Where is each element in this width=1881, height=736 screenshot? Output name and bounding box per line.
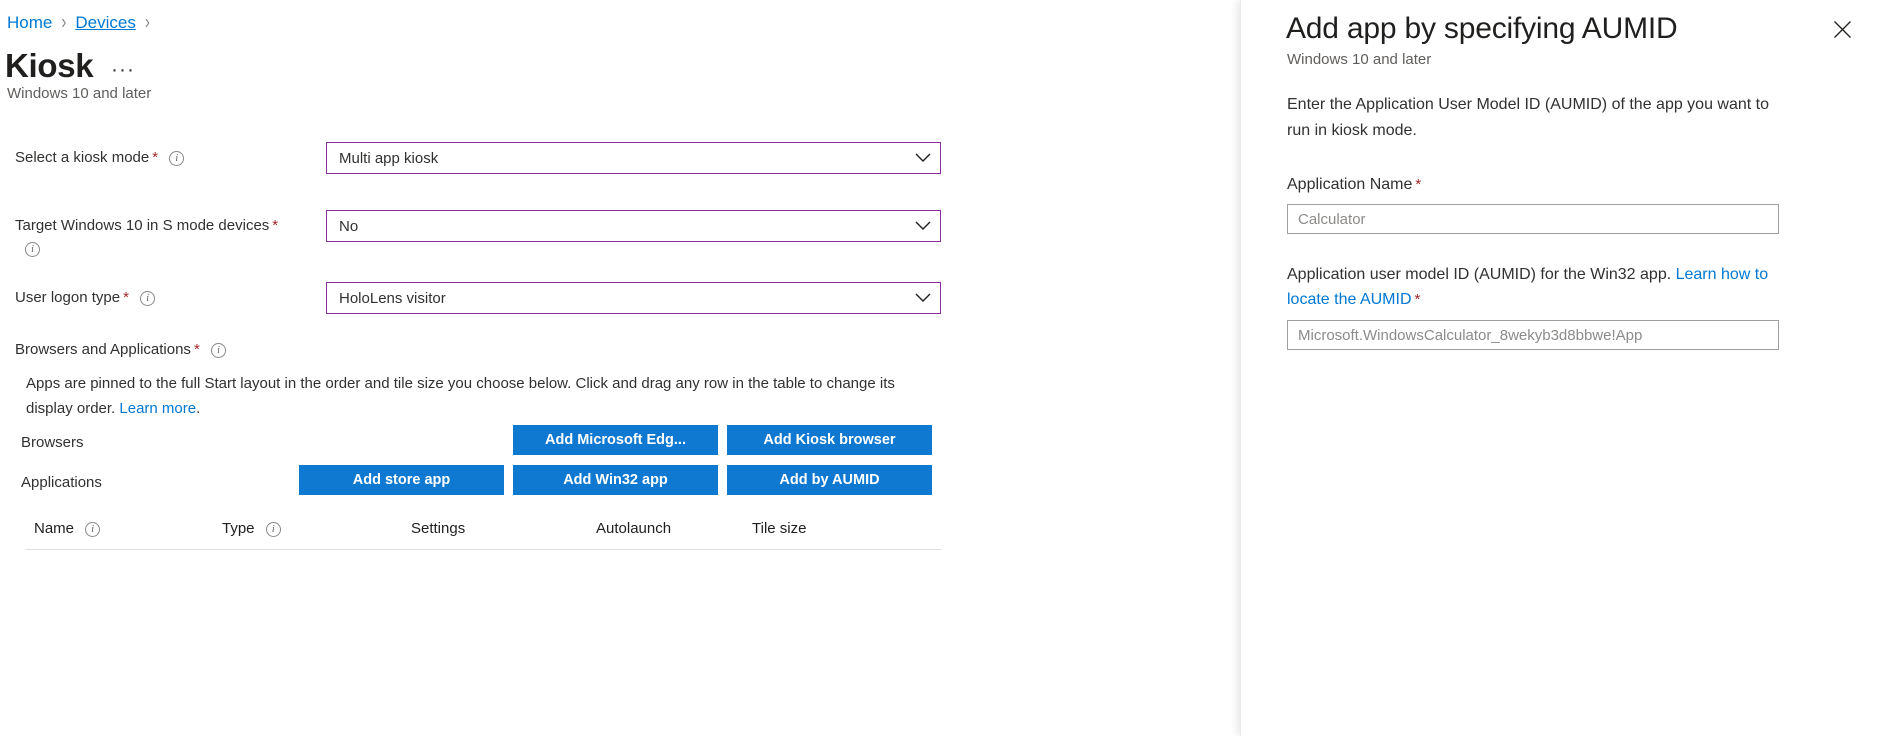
help-text-part-2: . [196, 400, 200, 417]
learn-more-link[interactable]: Learn more [119, 400, 196, 417]
label-kiosk-mode: Select a kiosk mode* i [15, 148, 325, 168]
aumid-input[interactable] [1287, 320, 1779, 350]
info-icon[interactable]: i [85, 522, 100, 537]
required-asterisk: * [152, 149, 158, 166]
aumid-description-text: Application user model ID (AUMID) for th… [1287, 266, 1676, 283]
add-kiosk-browser-button[interactable]: Add Kiosk browser [727, 425, 932, 455]
breadcrumb-separator-icon: › [145, 8, 150, 38]
dropdown-value-kiosk-mode: Multi app kiosk [327, 150, 906, 167]
column-header-settings[interactable]: Settings [411, 519, 465, 539]
breadcrumb: Home › Devices › [7, 12, 159, 34]
chevron-down-icon [906, 153, 940, 163]
dropdown-value-s-mode: No [327, 218, 906, 235]
breadcrumb-separator-icon: › [61, 8, 66, 38]
breadcrumb-item-home[interactable]: Home [7, 12, 52, 34]
row-label-applications: Applications [21, 473, 102, 493]
column-header-name[interactable]: Name i [34, 519, 100, 539]
add-aumid-side-panel: Add app by specifying AUMID Windows 10 a… [1240, 0, 1881, 736]
dropdown-value-user-logon-type: HoloLens visitor [327, 290, 906, 307]
label-text: Target Windows 10 in S mode devices [15, 217, 269, 234]
application-name-input[interactable] [1287, 204, 1779, 234]
section-label-browsers-and-applications: Browsers and Applications* i [15, 340, 226, 360]
row-label-browsers: Browsers [21, 433, 84, 453]
info-icon[interactable]: i [211, 343, 226, 358]
label-text: Select a kiosk mode [15, 149, 149, 166]
add-by-aumid-button[interactable]: Add by AUMID [727, 465, 932, 495]
label-s-mode: Target Windows 10 in S mode devices* i [15, 216, 325, 259]
page-title: Kiosk [5, 46, 93, 86]
required-asterisk: * [1415, 176, 1421, 193]
column-header-tile-size[interactable]: Tile size [752, 519, 806, 539]
panel-title: Add app by specifying AUMID [1286, 9, 1677, 49]
panel-subtitle: Windows 10 and later [1287, 50, 1431, 70]
page-subtitle: Windows 10 and later [7, 84, 151, 104]
label-application-name-text: Application Name [1287, 176, 1412, 193]
required-asterisk: * [272, 217, 278, 234]
info-icon[interactable]: i [169, 151, 184, 166]
close-icon[interactable] [1826, 13, 1858, 45]
aumid-description: Application user model ID (AUMID) for th… [1287, 262, 1787, 312]
info-icon[interactable]: i [140, 291, 155, 306]
info-icon[interactable]: i [25, 242, 40, 257]
column-header-name-label: Name [34, 520, 74, 537]
column-header-type-label: Type [222, 520, 255, 537]
label-text: User logon type [15, 289, 120, 306]
panel-body: Enter the Application User Model ID (AUM… [1287, 92, 1847, 350]
main-content-pane: Home › Devices › Kiosk ··· Windows 10 an… [0, 0, 1240, 736]
column-header-type[interactable]: Type i [222, 519, 281, 539]
dropdown-kiosk-mode[interactable]: Multi app kiosk [326, 142, 941, 174]
apps-table-header: Name i Type i Settings Autolaunch Tile s… [26, 512, 941, 550]
breadcrumb-item-devices[interactable]: Devices [75, 12, 135, 34]
label-application-name: Application Name* [1287, 174, 1847, 196]
section-label-text: Browsers and Applications [15, 341, 191, 358]
add-win32-app-button[interactable]: Add Win32 app [513, 465, 718, 495]
column-header-autolaunch[interactable]: Autolaunch [596, 519, 671, 539]
required-asterisk: * [123, 289, 129, 306]
kiosk-configuration-screen: Home › Devices › Kiosk ··· Windows 10 an… [0, 0, 1881, 736]
required-asterisk: * [194, 341, 200, 358]
more-options-button[interactable]: ··· [105, 54, 141, 86]
browsers-help-text: Apps are pinned to the full Start layout… [26, 371, 941, 421]
chevron-down-icon [906, 221, 940, 231]
dropdown-user-logon-type[interactable]: HoloLens visitor [326, 282, 941, 314]
dropdown-s-mode[interactable]: No [326, 210, 941, 242]
required-asterisk: * [1415, 291, 1421, 308]
info-icon[interactable]: i [266, 522, 281, 537]
add-microsoft-edge-button[interactable]: Add Microsoft Edg... [513, 425, 718, 455]
label-user-logon-type: User logon type* i [15, 288, 325, 308]
panel-intro-text: Enter the Application User Model ID (AUM… [1287, 92, 1787, 144]
chevron-down-icon [906, 293, 940, 303]
add-store-app-button[interactable]: Add store app [299, 465, 504, 495]
